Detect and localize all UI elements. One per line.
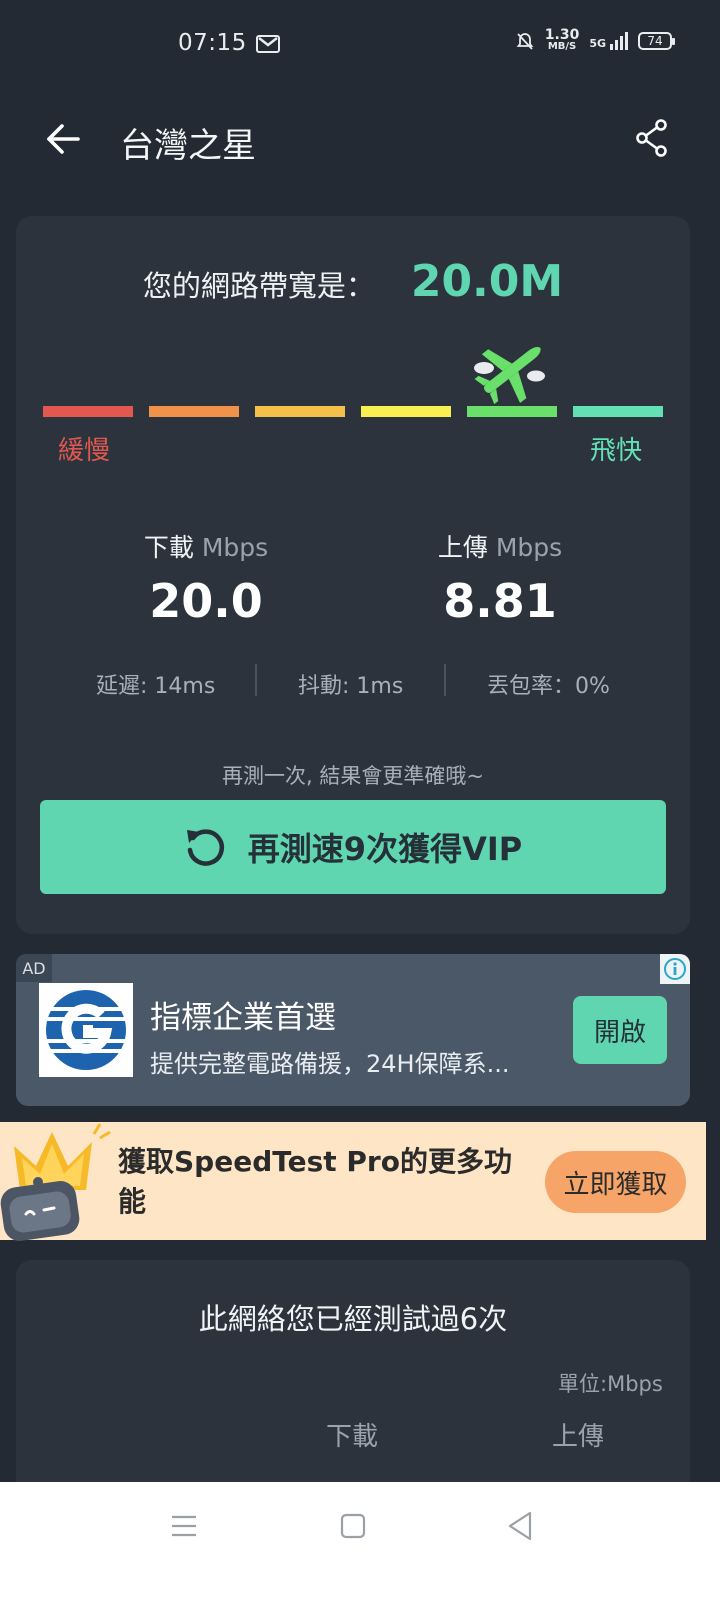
latency-stat: 延遲: 14ms	[96, 674, 216, 699]
mute-bell-icon	[516, 33, 534, 50]
upload-title: 上傳 Mbps	[350, 528, 650, 564]
speed-scale-segment-3	[255, 406, 345, 417]
download-name: 下載	[143, 533, 194, 562]
history-column-download: 下載	[326, 1422, 379, 1452]
upload-name: 上傳	[437, 533, 488, 562]
bandwidth-value: 20.0M	[410, 256, 564, 307]
battery-icon: 74	[638, 32, 675, 50]
packet-loss-stat: 丟包率：0%	[487, 674, 610, 699]
home-button[interactable]	[331, 1508, 375, 1544]
ad-info-button[interactable]	[660, 954, 690, 984]
gmail-icon	[256, 35, 280, 53]
ad-logo	[39, 983, 133, 1077]
share-button[interactable]	[630, 116, 674, 160]
net-speed-unit: MB/S	[547, 41, 577, 52]
stat-divider	[255, 664, 257, 696]
speed-scale-segment-5	[467, 406, 557, 417]
crown-robot-icon	[0, 1123, 111, 1241]
ad-open-button[interactable]: 開啟	[573, 996, 667, 1064]
back-nav-button[interactable]	[498, 1508, 542, 1544]
status-indicators: 1.30 MB/S 5G 74	[515, 27, 675, 52]
history-column-upload: 上傳	[552, 1422, 605, 1452]
download-title: 下載 Mbps	[56, 528, 356, 564]
speed-scale-segment-1	[43, 406, 133, 417]
network-type: 5G	[589, 37, 606, 50]
battery-level: 74	[647, 34, 663, 48]
speed-scale-segment-6	[573, 406, 663, 417]
menu-button[interactable]	[162, 1508, 206, 1544]
speed-scale-segment-4	[361, 406, 451, 417]
back-button[interactable]	[40, 116, 86, 162]
download-unit: Mbps	[201, 533, 269, 562]
ad-tag: AD	[16, 954, 52, 982]
company-logo-icon	[46, 990, 126, 1070]
download-value: 20.0	[149, 574, 263, 628]
upload-unit: Mbps	[495, 533, 563, 562]
menu-icon	[172, 1515, 196, 1537]
airplane-icon	[474, 347, 545, 405]
info-icon	[664, 958, 686, 980]
history-title: 此網絡您已經測試過6次	[198, 1302, 508, 1336]
status-time: 07:15	[178, 30, 247, 56]
network-speed: 1.30 MB/S	[544, 27, 580, 52]
retest-button[interactable]: 再測速9次獲得VIP	[40, 800, 666, 894]
jitter-stat: 抖動: 1ms	[298, 674, 404, 699]
page-title: 台灣之星	[120, 126, 256, 166]
fast-label: 飛快	[590, 436, 643, 466]
bandwidth-row: 您的網路帶寬是： 20.0M	[0, 256, 706, 307]
refresh-icon	[186, 829, 224, 866]
bandwidth-label: 您的網路帶寬是：	[142, 269, 375, 303]
retest-button-label: 再測速9次獲得VIP	[247, 830, 523, 868]
retest-hint: 再測一次, 結果會更準確哦~	[222, 764, 484, 788]
upload-value: 8.81	[443, 574, 557, 628]
promo-text: 獲取SpeedTest Pro的更多功能	[118, 1145, 512, 1218]
ad-title: 指標企業首選	[150, 1000, 336, 1036]
speed-scale-segment-2	[149, 406, 239, 417]
share-icon	[636, 119, 667, 157]
slow-label: 緩慢	[58, 436, 111, 466]
back-triangle-icon	[508, 1511, 532, 1541]
get-pro-button[interactable]: 立即獲取	[545, 1151, 686, 1213]
stat-divider	[444, 664, 446, 696]
signal-icon: 5G	[589, 32, 628, 50]
arrow-left-icon	[47, 124, 80, 154]
ad-description: 提供完整電路備援，24H保障系...	[150, 1050, 510, 1078]
net-speed-value: 1.30	[544, 27, 580, 43]
history-unit-label: 單位:Mbps	[558, 1372, 663, 1396]
home-square-icon	[340, 1513, 366, 1539]
